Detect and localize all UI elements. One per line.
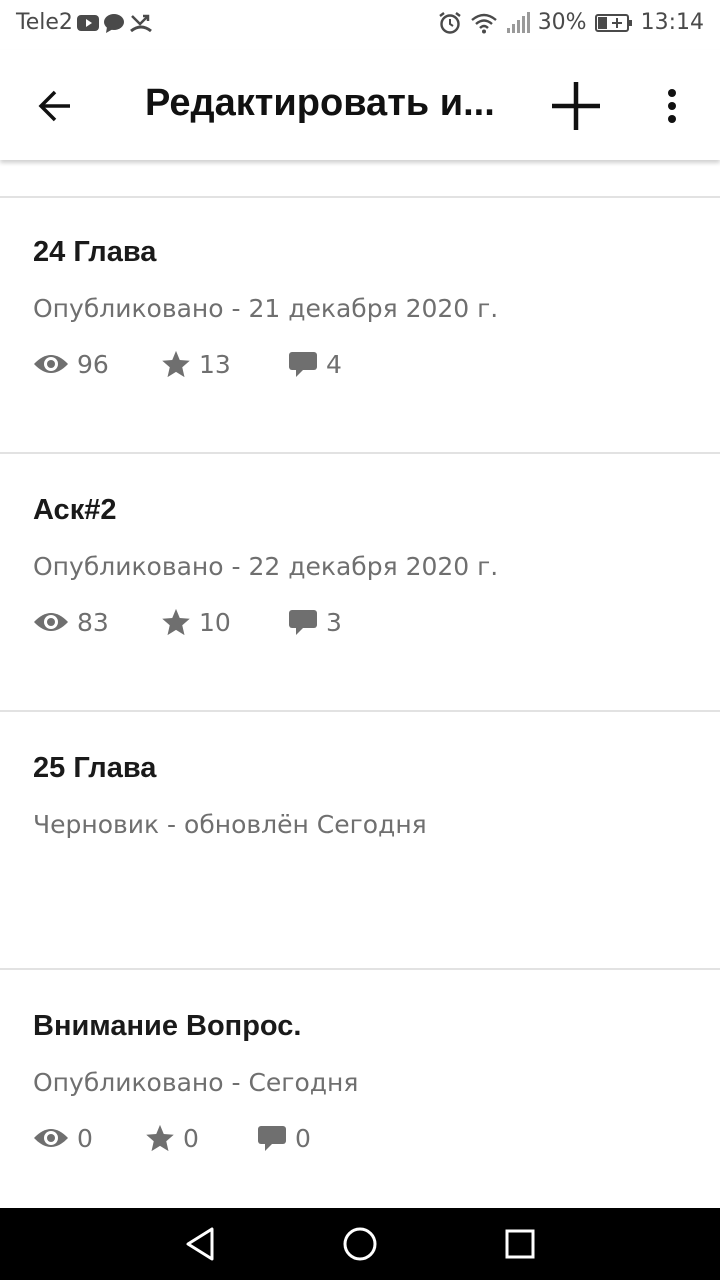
part-status: Опубликовано - 21 декабря 2020 г. [33,294,499,323]
list-item[interactable]: Внимание Вопрос. Опубликовано - Сегодня … [0,972,720,1228]
triangle-back-icon [186,1227,214,1261]
signal-icon [506,11,530,34]
chat-notification-icon [103,13,125,33]
nav-back-button[interactable] [180,1224,220,1264]
views-stat: 96 [33,350,161,379]
nav-recents-button[interactable] [500,1224,540,1264]
page-title: Редактировать и... [145,82,495,124]
part-stats: 96 13 4 [33,346,342,382]
comments-stat: 4 [288,350,342,379]
part-title: 25 Глава [33,752,157,784]
views-count: 96 [77,349,109,379]
views-stat: 0 [33,1124,145,1153]
comments-count: 4 [326,349,342,379]
comments-stat: 0 [257,1124,311,1153]
carrier-name: Tele2 [16,10,73,35]
wifi-icon [470,12,498,34]
status-bar: Tele2 30% 13:14 [0,0,720,50]
battery-charging-icon [594,13,633,33]
clock: 13:14 [640,10,704,35]
comments-count: 0 [295,1123,311,1153]
votes-stat: 13 [161,349,288,379]
list-item[interactable]: 25 Глава Черновик - обновлён Сегодня [0,714,720,970]
eye-icon [34,355,68,373]
alarm-icon [438,11,462,35]
star-icon [146,1124,174,1152]
part-stats: 83 10 3 [33,604,342,640]
views-count: 0 [77,1123,93,1153]
back-button[interactable] [28,78,84,134]
comment-icon [289,352,317,377]
plus-icon [552,82,600,130]
views-stat: 83 [33,608,161,637]
votes-count: 0 [183,1123,199,1153]
part-title: Аск#2 [33,494,117,526]
star-icon [162,350,190,378]
part-status: Опубликовано - Сегодня [33,1068,359,1097]
votes-stat: 10 [161,607,288,637]
eye-icon [34,1129,68,1147]
system-navigation-bar [0,1208,720,1280]
more-options-button[interactable] [652,78,692,134]
votes-count: 10 [199,607,231,637]
part-title: 24 Глава [33,236,157,268]
list-item[interactable]: 24 Глава Опубликовано - 21 декабря 2020 … [0,198,720,454]
views-count: 83 [77,607,109,637]
star-icon [162,608,190,636]
more-vert-icon [668,89,676,123]
part-stats: 0 0 0 [33,1120,311,1156]
votes-stat: 0 [145,1123,257,1153]
battery-percent: 30% [537,10,587,35]
comment-icon [289,610,317,635]
square-recents-icon [505,1229,535,1259]
comment-icon [258,1126,286,1151]
list-item[interactable]: Аск#2 Опубликовано - 22 декабря 2020 г. … [0,456,720,712]
eye-icon [34,613,68,631]
part-status: Опубликовано - 22 декабря 2020 г. [33,552,499,581]
arrow-back-icon [38,90,70,122]
circle-home-icon [343,1227,377,1261]
comments-count: 3 [326,607,342,637]
nav-home-button[interactable] [340,1224,380,1264]
youtube-icon [76,14,99,31]
app-bar: Редактировать и... [0,50,720,160]
part-title: Внимание Вопрос. [33,1010,302,1042]
missed-call-icon [129,12,153,34]
part-status: Черновик - обновлён Сегодня [33,810,427,839]
comments-stat: 3 [288,608,342,637]
votes-count: 13 [199,349,231,379]
add-part-button[interactable] [546,76,606,136]
